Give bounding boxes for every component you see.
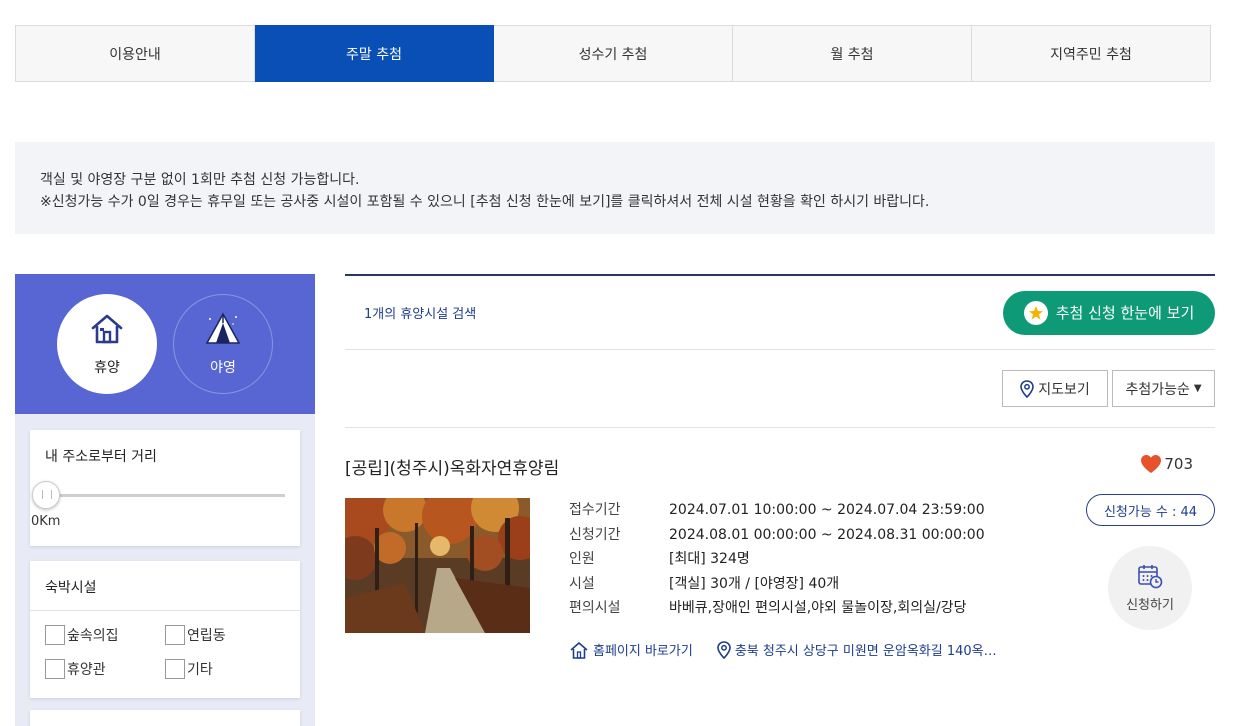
type-recreation-label: 휴양	[94, 360, 120, 376]
like-button[interactable]: 703	[1140, 454, 1193, 474]
type-recreation-button[interactable]: 휴양	[57, 294, 157, 394]
tab-weekend-lottery[interactable]: 주말 추첨	[255, 25, 494, 82]
result-count: 1개의 휴양시설 검색	[364, 307, 477, 322]
info-row-amenities: 편의시설 바베큐,장애인 편의시설,야외 물놀이장,회의실/강당	[569, 596, 985, 621]
notice-line-1: 객실 및 야영장 구분 없이 1회만 추첨 신청 가능합니다.	[40, 172, 360, 188]
map-view-label: 지도보기	[1038, 381, 1090, 398]
map-pin-icon	[1020, 379, 1035, 398]
info-label: 접수기간	[569, 502, 621, 518]
sort-selected-value: 추첨가능순	[1125, 381, 1190, 398]
checkbox-label: 휴양관	[67, 662, 106, 678]
lodging-filter-card: 숙박시설 숲속의집 연립동 휴양관 기타	[30, 561, 300, 698]
facility-title[interactable]: [공립](청주시)옥화자연휴양림	[345, 454, 559, 479]
info-row-reception-period: 접수기간 2024.07.01 10:00:00 ~ 2024.07.04 23:…	[569, 498, 985, 523]
info-value: 2024.07.01 10:00:00 ~ 2024.07.04 23:59:0…	[669, 502, 985, 518]
distance-slider-track[interactable]	[46, 494, 285, 497]
info-label: 인원	[569, 551, 595, 567]
checkbox-box[interactable]	[45, 659, 65, 679]
apply-label: 신청하기	[1126, 598, 1174, 613]
checkbox-label: 기타	[187, 662, 213, 678]
filter-panel: 휴양 야영 내 주소로부터 거리 0Km 숙박시설 숲속의집 연립동 휴양관 기…	[15, 274, 315, 726]
distance-filter-title: 내 주소로부터 거리	[45, 449, 157, 465]
sort-select[interactable]: 추첨가능순 ▼	[1112, 370, 1215, 407]
house-icon	[89, 311, 125, 351]
info-value: [객실] 30개 / [야영장] 40개	[669, 575, 840, 592]
facility-thumbnail[interactable]	[333, 484, 542, 633]
info-value: 2024.08.01 00:00:00 ~ 2024.08.31 00:00:0…	[669, 526, 985, 543]
checkbox-forest-house[interactable]: 숲속의집	[45, 625, 165, 645]
facility-list-item: [공립](청주시)옥화자연휴양림 703 접수기간 2024.07.01 10:…	[333, 428, 1215, 688]
heart-icon	[1140, 454, 1162, 474]
info-row-capacity: 인원 [최대] 324명	[569, 547, 985, 572]
info-label: 신청기간	[569, 526, 621, 543]
map-view-button[interactable]: 지도보기	[1002, 370, 1108, 407]
view-all-lottery-label: 추첨 신청 한눈에 보기	[1055, 304, 1195, 322]
address-link[interactable]: 충북 청주시 상당구 미원면 운암옥화길 140옥…	[717, 640, 997, 659]
lodging-filter-title: 숙박시설	[30, 561, 300, 611]
info-label: 시설	[569, 575, 595, 592]
homepage-link[interactable]: 홈페이지 바로가기	[569, 640, 693, 659]
apply-button[interactable]: 신청하기	[1108, 546, 1192, 630]
home-icon	[569, 641, 589, 659]
info-row-facilities: 시설 [객실] 30개 / [야영장] 40개	[569, 572, 985, 597]
tab-peak-season-lottery[interactable]: 성수기 추첨	[494, 25, 733, 82]
availability-badge: 신청가능 수 : 44	[1086, 494, 1215, 526]
facility-links: 홈페이지 바로가기 충북 청주시 상당구 미원면 운암옥화길 140옥…	[569, 640, 997, 659]
info-row-application-period: 신청기간 2024.08.01 00:00:00 ~ 2024.08.31 00:…	[569, 523, 985, 548]
type-camping-label: 야영	[210, 360, 236, 376]
chevron-down-icon: ▼	[1193, 383, 1202, 394]
info-label: 편의시설	[569, 600, 621, 616]
tab-guide[interactable]: 이용안내	[15, 25, 255, 82]
notice-box: 객실 및 야영장 구분 없이 1회만 추첨 신청 가능합니다. ※신청가능 수가…	[15, 142, 1215, 234]
tab-local-resident-lottery[interactable]: 지역주민 추첨	[972, 25, 1211, 82]
calendar-clock-icon	[1137, 563, 1163, 589]
view-all-lottery-button[interactable]: 추첨 신청 한눈에 보기	[1003, 290, 1215, 335]
checkbox-box[interactable]	[45, 625, 65, 645]
tent-icon	[203, 311, 243, 351]
address-label: 충북 청주시 상당구 미원면 운암옥화길 140옥…	[734, 644, 997, 659]
homepage-link-label: 홈페이지 바로가기	[593, 644, 693, 659]
facility-type-selector: 휴양 야영	[15, 274, 315, 414]
like-count: 703	[1164, 455, 1193, 473]
next-filter-card	[30, 710, 300, 726]
checkbox-townhouse[interactable]: 연립동	[165, 625, 285, 645]
results-header: 1개의 휴양시설 검색 추첨 신청 한눈에 보기	[345, 276, 1215, 350]
checkbox-label: 숲속의집	[67, 628, 119, 644]
notice-line-2: ※신청가능 수가 0일 경우는 휴무일 또는 공사중 시설이 포함될 수 있으니…	[40, 194, 930, 210]
star-icon	[1023, 300, 1048, 325]
checkbox-box[interactable]	[165, 659, 185, 679]
facility-info: 접수기간 2024.07.01 10:00:00 ~ 2024.07.04 23:…	[569, 498, 985, 621]
results-panel: 1개의 휴양시설 검색 추첨 신청 한눈에 보기 지도보기 추첨가능순 ▼ [공…	[333, 274, 1215, 688]
results-controls: 지도보기 추첨가능순 ▼	[345, 350, 1215, 428]
tab-bar: 이용안내 주말 추첨 성수기 추첨 월 추첨 지역주민 추첨	[15, 25, 1211, 82]
lodging-options: 숲속의집 연립동 휴양관 기타	[30, 611, 300, 693]
type-camping-button[interactable]: 야영	[173, 294, 273, 394]
checkbox-recreation-hall[interactable]: 휴양관	[45, 659, 165, 679]
distance-value: 0Km	[31, 514, 61, 529]
distance-slider-handle[interactable]	[32, 481, 60, 509]
map-pin-icon	[717, 640, 731, 659]
checkbox-box[interactable]	[165, 625, 185, 645]
info-value: 바베큐,장애인 편의시설,야외 물놀이장,회의실/강당	[669, 600, 967, 616]
info-value: [최대] 324명	[669, 551, 750, 567]
distance-filter-card: 내 주소로부터 거리 0Km	[30, 430, 300, 546]
checkbox-other[interactable]: 기타	[165, 659, 285, 679]
tab-monthly-lottery[interactable]: 월 추첨	[733, 25, 972, 82]
checkbox-label: 연립동	[187, 628, 226, 644]
